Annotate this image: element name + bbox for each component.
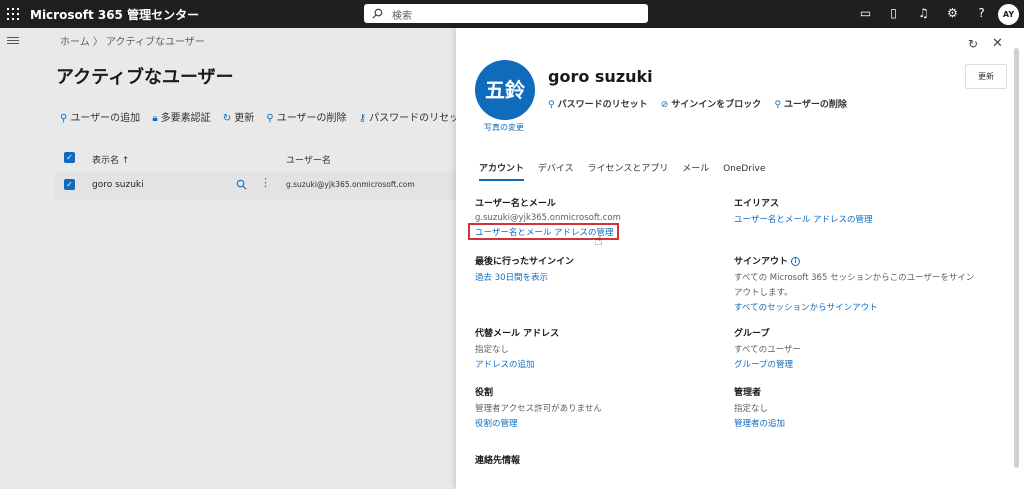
column-username[interactable]: ユーザー名 [286, 153, 331, 166]
user-name-heading: goro suzuki [548, 67, 653, 86]
info-icon[interactable]: i [791, 257, 801, 266]
tab-mail[interactable]: メール [682, 161, 709, 179]
reset-password-button[interactable]: ⚷ パスワードのリセット [359, 109, 469, 124]
manage-groups-link[interactable]: グループの管理 [734, 358, 801, 370]
section-contact-info: 連絡先情報 [475, 456, 521, 466]
add-manager-link[interactable]: 管理者の追加 [734, 417, 785, 429]
command-bar: ⚲ ユーザーの追加 🔒︎ 多要素認証 ↻ 更新 ⚲ ユーザーの削除 ⚷ パスワードのリセッ… [60, 109, 478, 124]
help-icon[interactable]: ? [974, 6, 989, 21]
section-alt-email: 代替メール アドレス 指定なし アドレスの追加 [475, 329, 560, 370]
user-avatar: 五鈴 [475, 60, 535, 120]
terminal-icon[interactable]: ▭ [858, 6, 873, 21]
delete-user-button[interactable]: ⚲ ユーザーの削除 [266, 109, 346, 124]
signout-all-sessions-link[interactable]: すべてのセッションからサインアウト [734, 301, 974, 313]
column-display-name[interactable]: 表示名 ↑ [92, 153, 129, 166]
app-launcher-icon[interactable] [7, 8, 19, 20]
user-detail-panel: ↻ ✕ 更新 五鈴 写真の変更 goro suzuki ⚲ パスワードのリセット … [456, 28, 1024, 489]
person-add-icon: ⚲ [60, 113, 68, 124]
update-button[interactable]: 更新 [965, 64, 1007, 89]
refresh-button[interactable]: ↻ 更新 [223, 109, 254, 124]
section-alias: エイリアス ユーザー名とメール アドレスの管理 [734, 199, 873, 225]
manage-roles-link[interactable]: 役割の管理 [475, 417, 602, 429]
table-row[interactable]: ✓ goro suzuki ⋮ g.suzuki@yjk365.onmicros… [55, 172, 456, 200]
person-remove-icon: ⚲ [266, 113, 274, 124]
key-icon: ⚲ [548, 100, 555, 110]
search-box[interactable]: 検索 [364, 4, 648, 23]
more-options-icon[interactable]: ⋮ [260, 177, 271, 188]
username-value: g.suzuki@yjk365.onmicrosoft.com [475, 213, 621, 223]
section-groups: グループ すべてのユーザー グループの管理 [734, 329, 801, 370]
app-title[interactable]: Microsoft 365 管理センター [30, 6, 199, 23]
top-bar: Microsoft 365 管理センター 検索 ▭ ▯ ♫ ⚙ ? AY [0, 0, 1024, 28]
detail-tabs: アカウント デバイス ライセンスとアプリ メール OneDrive [479, 161, 776, 181]
tab-devices[interactable]: デバイス [538, 161, 574, 179]
block-signin-action[interactable]: ⊘ サインインをブロック [661, 97, 762, 110]
mfa-button[interactable]: 🔒︎ 多要素認証 [152, 109, 210, 124]
block-icon: ⊘ [660, 100, 669, 110]
section-last-signin: 最後に行ったサインイン 過去 30日間を表示 [475, 257, 575, 283]
nav-menu-icon[interactable] [7, 37, 19, 45]
search-icon[interactable] [236, 179, 247, 190]
scrollbar[interactable] [1014, 48, 1019, 468]
bell-icon[interactable]: ♫ [916, 6, 931, 21]
section-roles: 役割 管理者アクセス許可がありません 役割の管理 [475, 388, 602, 429]
manage-alias-link[interactable]: ユーザー名とメール アドレスの管理 [734, 213, 873, 225]
add-address-link[interactable]: アドレスの追加 [475, 358, 559, 370]
row-checkbox[interactable]: ✓ [64, 179, 75, 190]
row-username: g.suzuki@yjk365.onmicrosoft.com [286, 180, 415, 189]
add-user-button[interactable]: ⚲ ユーザーの追加 [60, 109, 140, 124]
refresh-icon[interactable]: ↻ [968, 37, 978, 51]
section-signout: サインアウト i すべての Microsoft 365 セッションからこのユーザー… [734, 257, 975, 313]
tab-onedrive[interactable]: OneDrive [723, 164, 765, 179]
tab-account[interactable]: アカウント [479, 161, 525, 181]
section-manager: 管理者 指定なし 管理者の追加 [734, 388, 786, 429]
page-title: アクティブなユーザー [56, 67, 234, 88]
reset-password-action[interactable]: ⚲ パスワードのリセット [548, 97, 648, 110]
close-icon[interactable]: ✕ [992, 36, 1003, 51]
document-icon[interactable]: ▯ [886, 6, 901, 21]
breadcrumb[interactable]: ホーム 〉 アクティブなユーザー [60, 33, 205, 48]
view-last-30-days-link[interactable]: 過去 30日間を表示 [475, 271, 574, 283]
key-icon: ⚷ [358, 113, 367, 124]
tab-licenses[interactable]: ライセンスとアプリ [588, 161, 669, 179]
lock-icon: 🔒︎ [152, 113, 158, 124]
refresh-icon: ↻ [222, 113, 232, 124]
account-avatar[interactable]: AY [998, 4, 1019, 25]
delete-user-action[interactable]: ⚲ ユーザーの削除 [774, 97, 846, 110]
person-remove-icon: ⚲ [774, 100, 782, 110]
search-icon [372, 8, 383, 19]
change-photo-link[interactable]: 写真の変更 [484, 122, 524, 133]
row-display-name[interactable]: goro suzuki [92, 180, 144, 190]
hand-cursor-icon: ☝ [594, 233, 603, 249]
search-placeholder: 検索 [392, 11, 412, 22]
user-actions: ⚲ パスワードのリセット ⊘ サインインをブロック ⚲ ユーザーの削除 [548, 97, 857, 110]
select-all-checkbox[interactable]: ✓ [64, 152, 75, 163]
gear-icon[interactable]: ⚙ [945, 6, 960, 21]
